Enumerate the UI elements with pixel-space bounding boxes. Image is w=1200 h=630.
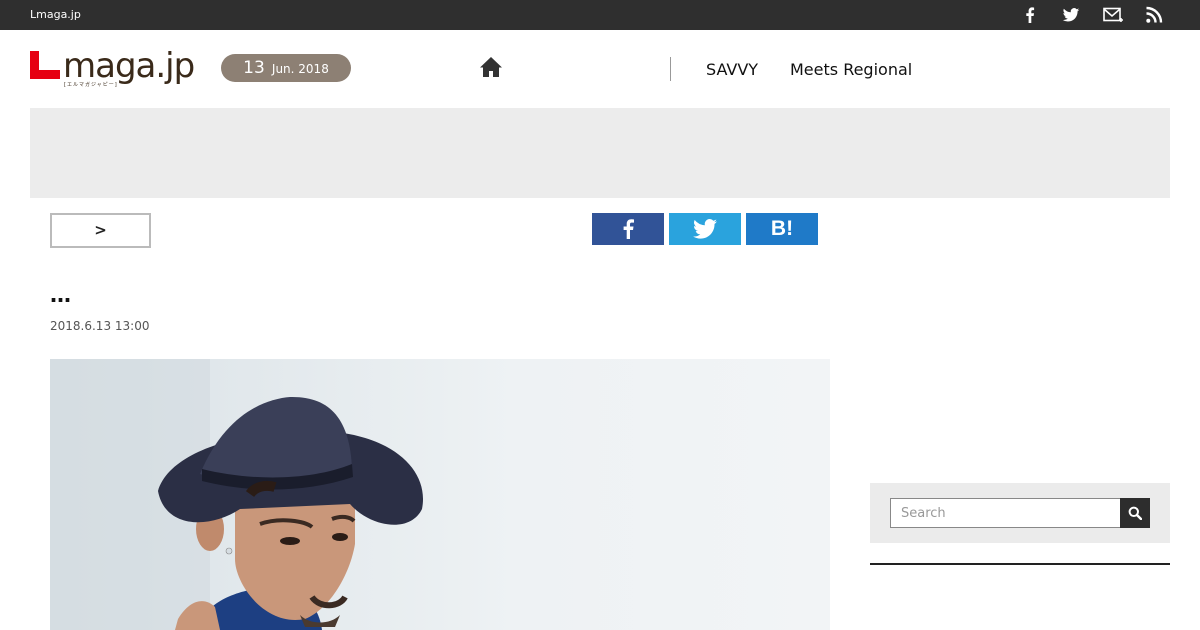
search-button[interactable] xyxy=(1120,498,1150,528)
twitter-icon[interactable] xyxy=(1062,6,1080,24)
nav-divider xyxy=(670,57,671,81)
advertisement-banner xyxy=(30,108,1170,198)
date-badge: 13 Jun. 2018 xyxy=(221,54,351,82)
search-icon xyxy=(1128,506,1142,520)
twitter-share-button[interactable] xyxy=(669,213,741,245)
site-logo[interactable]: maga.jp [エルマガジャピー] xyxy=(30,46,195,90)
breadcrumb[interactable]: > xyxy=(50,213,151,248)
hatena-bookmark-button[interactable]: B! xyxy=(746,213,818,245)
article-date: 2018.6.13 13:00 xyxy=(50,319,150,333)
search-input[interactable] xyxy=(890,498,1121,528)
date-month-year: Jun. 2018 xyxy=(271,62,329,76)
site-header: maga.jp [エルマガジャピー] 13 Jun. 2018 SAVVY Me… xyxy=(0,30,1200,108)
sidebar-search-box xyxy=(870,483,1170,543)
article-photo xyxy=(50,359,830,630)
mail-icon[interactable] xyxy=(1103,6,1123,24)
facebook-icon xyxy=(623,219,634,239)
nav-link-meets-regional[interactable]: Meets Regional xyxy=(790,60,912,79)
article-title: … xyxy=(50,283,71,307)
home-icon[interactable] xyxy=(479,55,503,79)
site-name[interactable]: Lmaga.jp xyxy=(30,8,81,21)
logo-subtitle: [エルマガジャピー] xyxy=(64,82,118,88)
logo-l-mark xyxy=(30,51,60,79)
date-day: 13 xyxy=(243,58,265,78)
facebook-icon[interactable] xyxy=(1021,6,1039,24)
top-bar: Lmaga.jp xyxy=(0,0,1200,30)
facebook-share-button[interactable] xyxy=(592,213,664,245)
rss-icon[interactable] xyxy=(1145,6,1163,24)
twitter-icon xyxy=(693,219,717,239)
sidebar-divider xyxy=(870,563,1170,565)
logo-wordmark: maga.jp xyxy=(63,46,195,86)
nav-link-savvy[interactable]: SAVVY xyxy=(706,60,758,79)
